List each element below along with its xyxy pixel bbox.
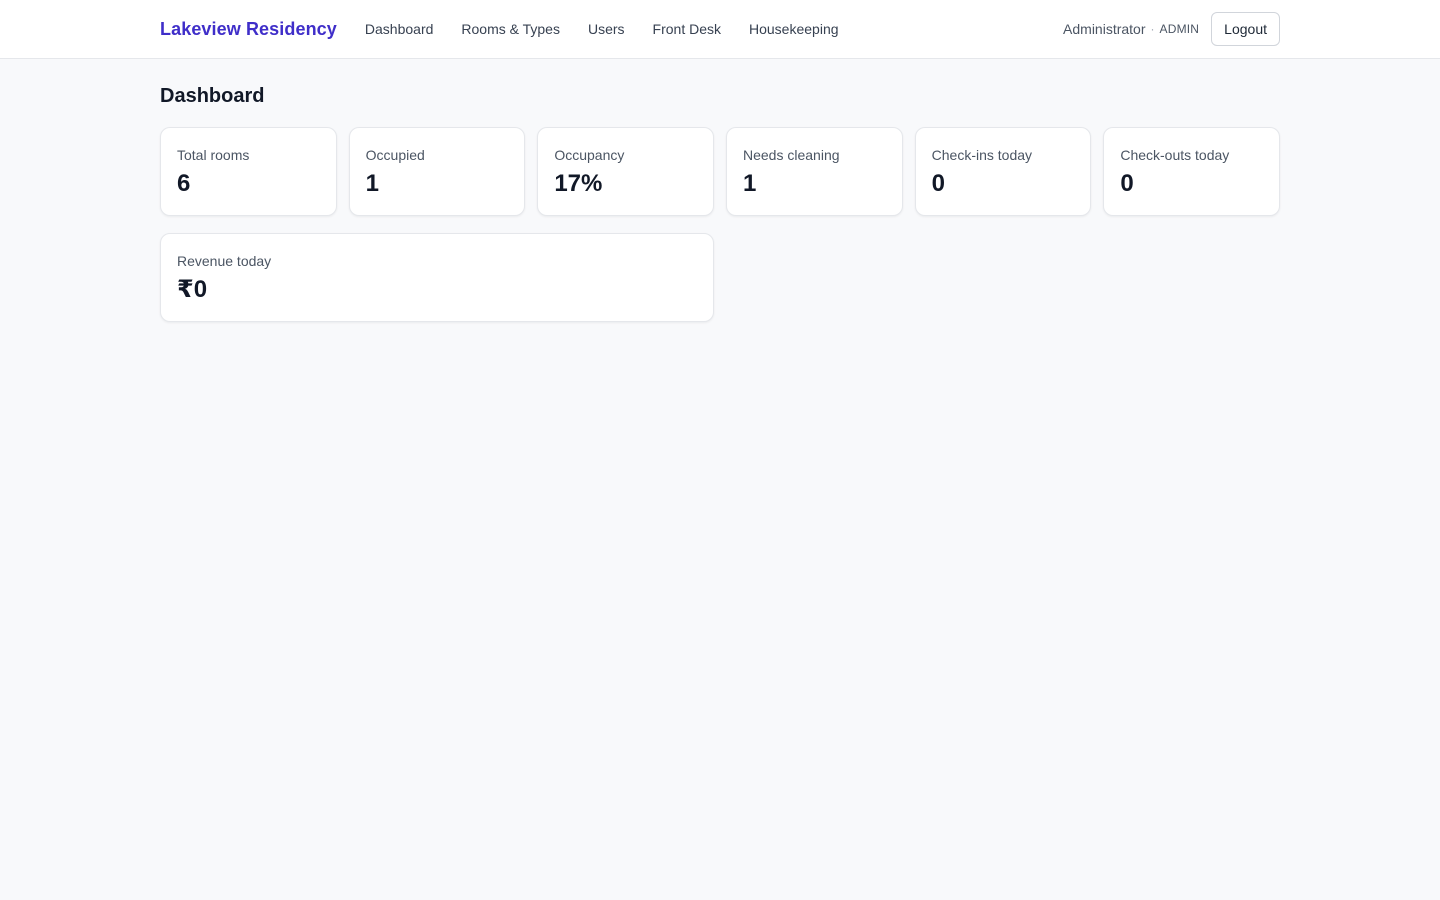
stat-card-total-rooms: Total rooms 6: [160, 127, 337, 216]
stat-label: Revenue today: [177, 253, 272, 269]
navbar-right: Administrator · ADMIN Logout: [1063, 12, 1280, 46]
stats-grid: Total rooms 6 Occupied 1 Occupancy 17% N…: [160, 127, 1280, 322]
nav-users[interactable]: Users: [588, 21, 625, 37]
stat-label: Needs cleaning: [743, 147, 840, 163]
logout-button[interactable]: Logout: [1211, 12, 1280, 46]
top-navbar: Lakeview Residency Dashboard Rooms & Typ…: [0, 0, 1440, 59]
stat-card-occupancy: Occupancy 17%: [537, 127, 714, 216]
stat-value: 0: [1120, 170, 1134, 197]
user-role-separator: ·: [1150, 22, 1155, 36]
brand-logo-link[interactable]: Lakeview Residency: [160, 19, 337, 40]
stat-value: 6: [177, 170, 191, 197]
nav-housekeeping[interactable]: Housekeeping: [749, 21, 839, 37]
stat-value: 17%: [554, 170, 603, 197]
stat-value: 1: [743, 170, 757, 197]
stat-label: Check-outs today: [1120, 147, 1230, 163]
stat-card-check-ins-today: Check-ins today 0: [914, 127, 1092, 216]
navbar-inner: Lakeview Residency Dashboard Rooms & Typ…: [160, 12, 1280, 46]
main-nav: Dashboard Rooms & Types Users Front Desk…: [365, 21, 839, 37]
nav-dashboard[interactable]: Dashboard: [365, 21, 434, 37]
stat-card-check-outs-today: Check-outs today 0: [1103, 127, 1280, 216]
main-content: Dashboard Total rooms 6 Occupied 1 Occup…: [160, 59, 1280, 322]
user-name: Administrator: [1063, 21, 1146, 37]
nav-front-desk[interactable]: Front Desk: [653, 21, 721, 37]
stat-label: Check-ins today: [931, 147, 1033, 163]
stat-card-needs-cleaning: Needs cleaning 1: [726, 127, 903, 216]
stat-card-revenue-today: Revenue today ₹0: [160, 233, 714, 322]
navbar-left: Lakeview Residency Dashboard Rooms & Typ…: [160, 19, 839, 40]
page-title: Dashboard: [160, 85, 265, 107]
stat-value: ₹0: [177, 276, 208, 303]
stat-label: Total rooms: [177, 147, 250, 163]
stat-value: 1: [365, 170, 380, 197]
stat-label: Occupied: [365, 147, 425, 163]
stat-card-occupied: Occupied 1: [348, 127, 526, 216]
user-role: ADMIN: [1159, 22, 1200, 36]
nav-rooms-types[interactable]: Rooms & Types: [461, 21, 560, 37]
stat-value: 0: [931, 170, 946, 197]
stat-label: Occupancy: [554, 147, 625, 163]
